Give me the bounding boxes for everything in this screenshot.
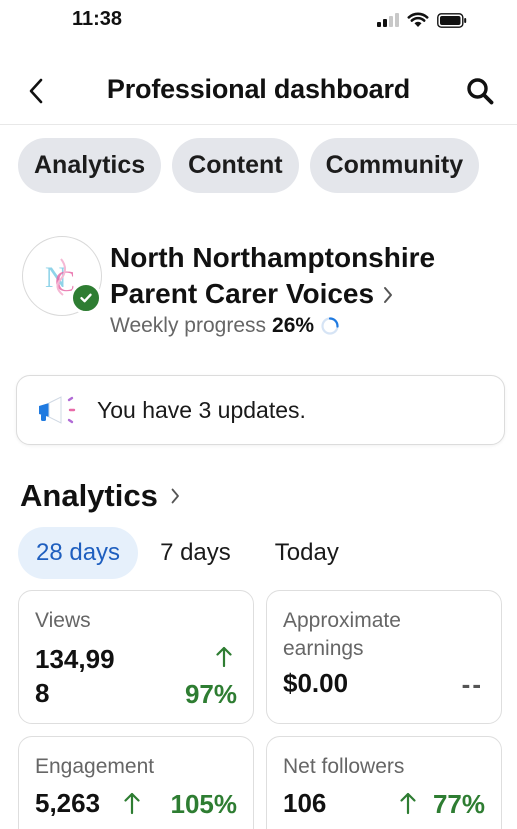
analytics-heading-link[interactable]: Analytics	[20, 478, 181, 514]
views-card[interactable]: Views 134,99 8 97%	[18, 590, 254, 724]
arrow-up-icon	[400, 792, 416, 815]
search-button[interactable]	[463, 74, 497, 108]
progress-value: 26%	[272, 314, 315, 337]
range-tab-7-days[interactable]: 7 days	[138, 527, 253, 579]
tab-community[interactable]: Community	[309, 138, 480, 193]
battery-icon	[437, 12, 467, 28]
profile-name-link[interactable]: North Northamptonshire Parent Carer Voic…	[110, 240, 490, 314]
profile-section: N C North Northamptonshire Parent Carer …	[20, 230, 500, 340]
megaphone-icon	[35, 395, 81, 425]
net-followers-label: Net followers	[283, 755, 405, 778]
range-tab-today[interactable]: Today	[253, 527, 361, 579]
updates-card[interactable]: You have 3 updates.	[16, 375, 505, 445]
status-icons	[377, 12, 467, 28]
analytics-heading: Analytics	[20, 478, 158, 513]
arrow-up-icon	[216, 646, 232, 667]
date-range-tabs: 28 days 7 days Today	[18, 527, 361, 579]
earnings-value: $0.00	[283, 668, 349, 698]
dashboard-tabs: Analytics Content Community	[18, 138, 480, 193]
status-time: 11:38	[72, 8, 123, 30]
views-change: 97%	[184, 679, 237, 709]
progress-ring-icon	[321, 317, 339, 335]
earnings-change: --	[461, 669, 483, 699]
header: Professional dashboard	[0, 60, 517, 122]
net-followers-change: 77%	[432, 789, 485, 819]
page: 11:38 Professional dashboard Analytics C…	[0, 0, 517, 829]
tab-analytics[interactable]: Analytics	[18, 138, 162, 193]
views-value-line-2: 8	[35, 678, 50, 708]
chevron-right-icon	[171, 488, 179, 504]
header-divider	[0, 124, 517, 125]
engagement-card[interactable]: Engagement 5,263 105%	[18, 736, 254, 829]
updates-text: You have 3 updates.	[97, 396, 306, 423]
engagement-change: 105%	[170, 789, 238, 819]
verified-check-icon	[70, 282, 102, 314]
wifi-icon	[407, 12, 429, 27]
arrow-up-icon	[124, 792, 140, 815]
net-followers-value: 106	[283, 788, 327, 818]
views-value-line-1: 134,99	[35, 644, 115, 674]
status-bar: 11:38	[0, 0, 517, 44]
tab-content[interactable]: Content	[172, 138, 299, 193]
search-icon	[467, 78, 494, 105]
engagement-label: Engagement	[35, 755, 155, 778]
chevron-right-icon	[382, 278, 394, 314]
progress-label: Weekly progress	[110, 314, 267, 337]
engagement-value: 5,263	[35, 788, 101, 818]
page-title: Professional dashboard	[106, 74, 411, 104]
net-followers-card[interactable]: Net followers 106 77%	[266, 736, 502, 829]
cellular-signal-icon	[377, 13, 399, 27]
earnings-label-line-1: Approximate	[283, 609, 401, 632]
earnings-label-line-2: earnings	[283, 637, 364, 660]
earnings-card[interactable]: Approximate earnings $0.00 --	[266, 590, 502, 724]
weekly-progress: Weekly progress 26%	[110, 314, 340, 338]
views-label: Views	[35, 609, 91, 632]
range-tab-28-days[interactable]: 28 days	[18, 527, 139, 579]
